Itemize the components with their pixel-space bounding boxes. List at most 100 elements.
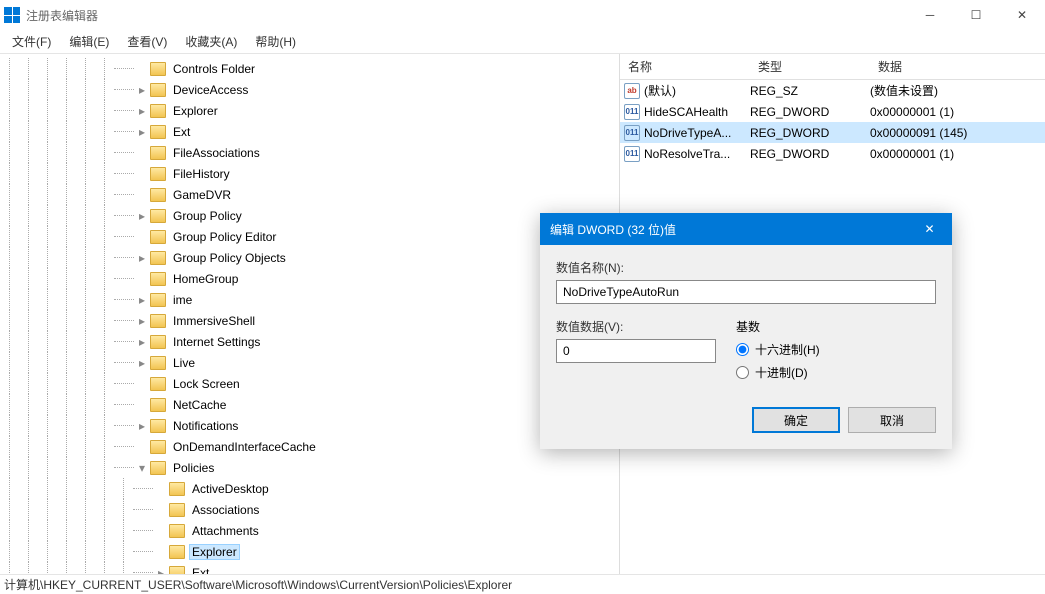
tree-item[interactable]: Lock Screen <box>0 373 619 394</box>
tree-item[interactable]: ▸ Notifications <box>0 415 619 436</box>
tree-view[interactable]: Controls Folder ▸ DeviceAccess ▸ Explorer ▸ Ex… <box>0 54 620 574</box>
tree-item[interactable]: NetCache <box>0 394 619 415</box>
expand-icon[interactable]: ▸ <box>136 210 148 222</box>
value-type: REG_DWORD <box>750 105 870 119</box>
tree-label[interactable]: Explorer <box>189 544 240 560</box>
tree-item[interactable]: ▸ Group Policy Objects <box>0 247 619 268</box>
tree-label[interactable]: DeviceAccess <box>170 82 251 98</box>
dialog-title-bar[interactable]: 编辑 DWORD (32 位)值 ✕ <box>540 213 952 245</box>
menu-help[interactable]: 帮助(H) <box>247 31 304 52</box>
tree-label[interactable]: Attachments <box>189 523 262 539</box>
folder-icon <box>150 419 166 433</box>
expand-icon[interactable]: ▸ <box>136 336 148 348</box>
tree-label[interactable]: GameDVR <box>170 187 234 203</box>
collapse-icon[interactable]: ▾ <box>136 462 148 474</box>
tree-item[interactable]: FileAssociations <box>0 142 619 163</box>
list-row[interactable]: 011NoResolveTra...REG_DWORD0x00000001 (1… <box>620 143 1045 164</box>
cancel-button[interactable]: 取消 <box>848 407 936 433</box>
tree-label[interactable]: ime <box>170 292 195 308</box>
expand-icon[interactable]: ▸ <box>136 357 148 369</box>
tree-label[interactable]: Explorer <box>170 103 221 119</box>
tree-label[interactable]: FileHistory <box>170 166 233 182</box>
expand-icon[interactable]: ▸ <box>136 105 148 117</box>
ok-button[interactable]: 确定 <box>752 407 840 433</box>
tree-item[interactable]: Controls Folder <box>0 58 619 79</box>
minimize-button[interactable]: ─ <box>907 0 953 30</box>
tree-item[interactable]: Explorer <box>0 541 619 562</box>
tree-label[interactable]: NetCache <box>170 397 229 413</box>
value-name: HideSCAHealth <box>644 105 728 119</box>
list-row[interactable]: 011NoDriveTypeA...REG_DWORD0x00000091 (1… <box>620 122 1045 143</box>
col-data[interactable]: 数据 <box>870 58 1045 75</box>
value-data: 0x00000001 (1) <box>870 147 1045 161</box>
tree-label[interactable]: Controls Folder <box>170 61 258 77</box>
tree-item[interactable]: OnDemandInterfaceCache <box>0 436 619 457</box>
tree-label[interactable]: Group Policy Objects <box>170 250 289 266</box>
tree-item[interactable]: ▸ Explorer <box>0 100 619 121</box>
tree-item[interactable]: ▸ DeviceAccess <box>0 79 619 100</box>
tree-label[interactable]: Group Policy Editor <box>170 229 279 245</box>
tree-item[interactable]: ▸ Internet Settings <box>0 331 619 352</box>
col-name[interactable]: 名称 <box>620 58 750 75</box>
expand-icon[interactable]: ▸ <box>136 252 148 264</box>
tree-label[interactable]: Internet Settings <box>170 334 263 350</box>
menu-view[interactable]: 查看(V) <box>119 31 175 52</box>
tree-item[interactable]: ▾ Policies <box>0 457 619 478</box>
tree-label[interactable]: Associations <box>189 502 262 518</box>
tree-label[interactable]: ActiveDesktop <box>189 481 272 497</box>
radio-dec[interactable]: 十进制(D) <box>736 364 820 381</box>
tree-label[interactable]: Live <box>170 355 198 371</box>
menu-favorites[interactable]: 收藏夹(A) <box>177 31 245 52</box>
folder-icon <box>150 209 166 223</box>
tree-item[interactable]: Attachments <box>0 520 619 541</box>
base-label: 基数 <box>736 318 820 335</box>
radio-hex[interactable]: 十六进制(H) <box>736 341 820 358</box>
tree-label[interactable]: FileAssociations <box>170 145 263 161</box>
list-header: 名称 类型 数据 <box>620 54 1045 80</box>
tree-item[interactable]: ActiveDesktop <box>0 478 619 499</box>
edit-dword-dialog: 编辑 DWORD (32 位)值 ✕ 数值名称(N): 数值数据(V): 基数 … <box>540 213 952 449</box>
maximize-button[interactable]: ☐ <box>953 0 999 30</box>
menu-file[interactable]: 文件(F) <box>4 31 59 52</box>
expand-icon[interactable]: ▸ <box>136 126 148 138</box>
value-data-label: 数值数据(V): <box>556 318 716 335</box>
dialog-close-button[interactable]: ✕ <box>907 213 952 245</box>
tree-item[interactable]: HomeGroup <box>0 268 619 289</box>
tree-label[interactable]: Policies <box>170 460 217 476</box>
folder-icon <box>150 272 166 286</box>
tree-item[interactable]: ▸ Ext <box>0 121 619 142</box>
value-name-input[interactable] <box>556 280 936 304</box>
tree-label[interactable]: Notifications <box>170 418 241 434</box>
status-bar: 计算机\HKEY_CURRENT_USER\Software\Microsoft… <box>0 574 1045 594</box>
tree-item[interactable]: ▸ ime <box>0 289 619 310</box>
menu-edit[interactable]: 编辑(E) <box>61 31 117 52</box>
tree-item[interactable]: ▸ Group Policy <box>0 205 619 226</box>
expand-icon[interactable]: ▸ <box>136 315 148 327</box>
tree-label[interactable]: Ext <box>170 124 193 140</box>
value-data-input[interactable] <box>556 339 716 363</box>
tree-item[interactable]: Group Policy Editor <box>0 226 619 247</box>
tree-item[interactable]: ▸ Live <box>0 352 619 373</box>
tree-label[interactable]: HomeGroup <box>170 271 241 287</box>
list-row[interactable]: 011HideSCAHealthREG_DWORD0x00000001 (1) <box>620 101 1045 122</box>
tree-label[interactable]: ImmersiveShell <box>170 313 258 329</box>
folder-icon <box>150 314 166 328</box>
tree-item[interactable]: FileHistory <box>0 163 619 184</box>
list-row[interactable]: ab(默认)REG_SZ(数值未设置) <box>620 80 1045 101</box>
expand-icon[interactable]: ▸ <box>136 84 148 96</box>
expand-icon[interactable]: ▸ <box>136 420 148 432</box>
tree-item[interactable]: ▸ Ext <box>0 562 619 574</box>
folder-icon <box>150 356 166 370</box>
tree-label[interactable]: Lock Screen <box>170 376 243 392</box>
expand-icon[interactable]: ▸ <box>136 294 148 306</box>
value-dw-icon: 011 <box>624 146 640 162</box>
tree-label[interactable]: OnDemandInterfaceCache <box>170 439 319 455</box>
close-button[interactable]: ✕ <box>999 0 1045 30</box>
tree-label[interactable]: Ext <box>189 565 212 575</box>
tree-item[interactable]: GameDVR <box>0 184 619 205</box>
col-type[interactable]: 类型 <box>750 58 870 75</box>
tree-item[interactable]: Associations <box>0 499 619 520</box>
tree-item[interactable]: ▸ ImmersiveShell <box>0 310 619 331</box>
expand-icon[interactable]: ▸ <box>155 567 167 575</box>
tree-label[interactable]: Group Policy <box>170 208 245 224</box>
